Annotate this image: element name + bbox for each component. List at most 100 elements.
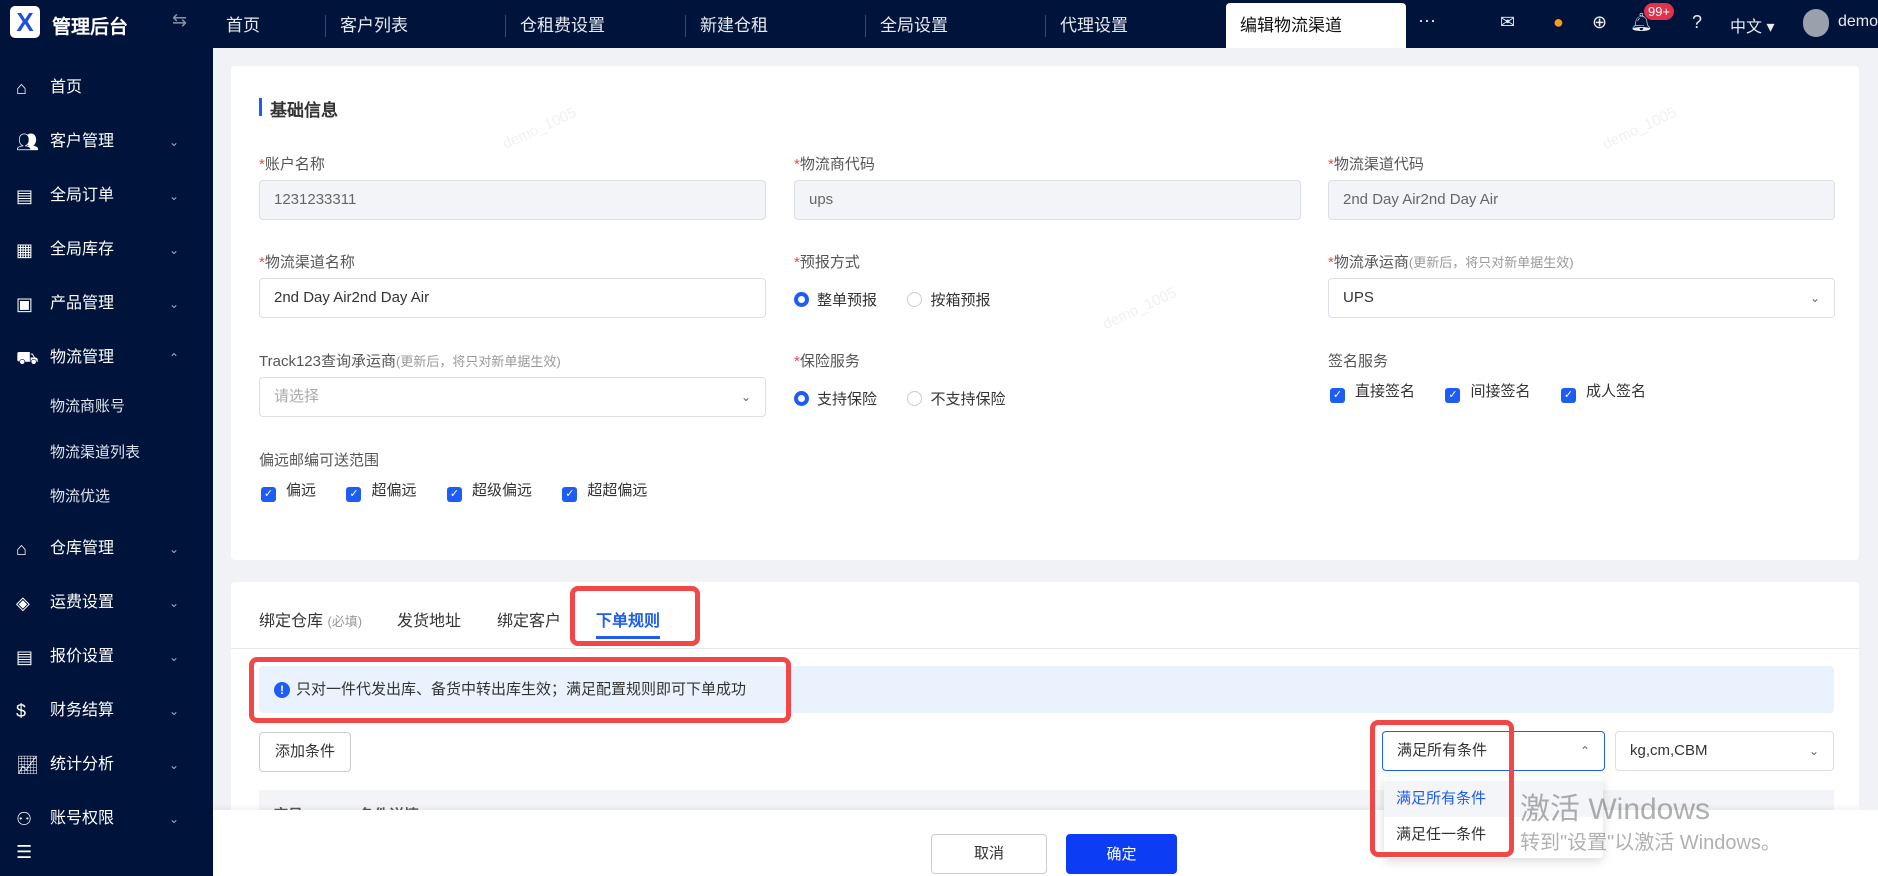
section-marker: [259, 98, 262, 116]
sidebar-item-home[interactable]: ⌂ 首页: [0, 66, 213, 110]
chevron-up-icon: ⌃: [168, 351, 179, 365]
activation-title: 激活 Windows: [1520, 793, 1711, 826]
sidebar-label: 全局订单: [50, 187, 115, 204]
brand-title: 管理后台: [52, 17, 129, 38]
download-icon[interactable]: ⊕: [1592, 12, 1607, 33]
freight-icon: ◈: [16, 593, 30, 613]
sidebar-sub-provider-account[interactable]: 物流商账号: [0, 385, 213, 429]
nav-tab-storage-fee[interactable]: 仓租费设置: [505, 15, 605, 37]
sidebar-label: 客户管理: [50, 133, 115, 150]
collapse-toggle-icon[interactable]: ⇆: [172, 10, 187, 31]
track-select[interactable]: 请选择 ⌄: [259, 377, 766, 417]
sidebar-label: 账号权限: [50, 810, 115, 827]
sidebar-label: 报价设置: [50, 648, 115, 665]
sidebar-item-inventory[interactable]: ▦ 全局库存 ⌄: [0, 228, 213, 272]
sign-checkbox-adult[interactable]: ✓ 成人签名: [1560, 380, 1646, 403]
chevron-down-icon: ⌄: [168, 596, 179, 610]
sidebar-item-orders[interactable]: ▤ 全局订单 ⌄: [0, 174, 213, 218]
sign-checkbox-group: ✓ 直接签名 ✓ 间接签名 ✓ 成人签名: [1330, 380, 1672, 403]
insurance-radio-group: 支持保险 不支持保险: [794, 388, 1031, 409]
sidebar-item-customers[interactable]: 👥︎ 客户管理 ⌄: [0, 120, 213, 164]
add-condition-button[interactable]: 添加条件: [259, 732, 351, 772]
chevron-down-icon: ⌄: [1809, 291, 1820, 305]
sidebar-label: 物流管理: [50, 349, 115, 366]
chevron-down-icon: ⌄: [1808, 744, 1819, 758]
chevron-down-icon: ⌄: [168, 650, 179, 664]
top-bar: X 管理后台 ⇆ 首页 客户列表 仓租费设置 新建仓租 全局设置 代理设置 编辑…: [0, 0, 1878, 48]
nav-tab-global-settings[interactable]: 全局设置: [865, 15, 948, 37]
nav-tab-edit-channel[interactable]: 编辑物流渠道: [1226, 3, 1406, 48]
sidebar: ⌂ 首页 👥︎ 客户管理 ⌄ ▤ 全局订单 ⌄ ▦ 全局库存 ⌄ ▣ 产品管理 ⌄ ⛟ 物流管理 ⌃ …: [0, 48, 213, 876]
language-select[interactable]: 中文 ▾: [1730, 13, 1775, 37]
forecast-label: *预报方式: [794, 254, 860, 271]
provider-code-label: *物流商代码: [794, 156, 875, 173]
sidebar-item-products[interactable]: ▣ 产品管理 ⌄: [0, 282, 213, 326]
users-icon: 👥︎: [16, 132, 39, 152]
robot-icon[interactable]: ●: [1553, 12, 1564, 33]
inbox-icon[interactable]: ✉: [1500, 12, 1515, 33]
product-icon: ▣: [16, 294, 34, 314]
order-icon: ▤: [16, 186, 34, 206]
forecast-radio-order[interactable]: 整单预报: [794, 289, 877, 310]
remote-checkbox-2[interactable]: ✓ 超偏远: [346, 479, 416, 502]
language-label: 中文: [1730, 19, 1763, 36]
inventory-icon: ▦: [16, 240, 34, 260]
sidebar-item-permissions[interactable]: ⚇ 账号权限 ⌄: [0, 797, 213, 841]
channel-name-input[interactable]: 2nd Day Air2nd Day Air: [259, 278, 766, 318]
sign-checkbox-direct[interactable]: ✓ 直接签名: [1330, 380, 1415, 403]
tab-bind-customer[interactable]: 绑定客户: [497, 607, 561, 631]
provider-code-input[interactable]: ups: [794, 180, 1301, 220]
sign-label: 签名服务: [1328, 353, 1389, 370]
account-input[interactable]: 1231233311: [259, 180, 766, 220]
tab-bind-warehouse[interactable]: 绑定仓库 (必填): [259, 607, 362, 631]
remote-checkbox-4[interactable]: ✓ 超超偏远: [562, 479, 647, 502]
finance-icon: $: [16, 701, 27, 721]
activation-subtitle: 转到"设置"以激活 Windows。: [1520, 832, 1781, 854]
confirm-button[interactable]: 确定: [1066, 834, 1177, 874]
account-label: *账户名称: [259, 156, 325, 173]
nav-tab-agent-settings[interactable]: 代理设置: [1045, 15, 1128, 37]
sidebar-item-freight[interactable]: ◈ 运费设置 ⌄: [0, 581, 213, 625]
sidebar-label: 统计分析: [50, 756, 115, 773]
highlight-box: [1370, 720, 1514, 857]
chevron-up-icon: ⌃: [1579, 744, 1590, 758]
carrier-select[interactable]: UPS ⌄: [1328, 278, 1835, 318]
sidebar-item-quote[interactable]: ▤ 报价设置 ⌄: [0, 635, 213, 679]
sidebar-sub-optimize[interactable]: 物流优选: [0, 475, 213, 519]
forecast-radio-box[interactable]: 按箱预报: [907, 289, 990, 310]
unit-select[interactable]: kg,cm,CBM ⌄: [1615, 731, 1834, 771]
user-name[interactable]: demo: [1838, 13, 1878, 31]
remote-checkbox-1[interactable]: ✓ 偏远: [261, 479, 316, 502]
permission-icon: ⚇: [16, 809, 33, 829]
nav-tab-home[interactable]: 首页: [212, 0, 260, 48]
sidebar-item-stats[interactable]: 📈︎ 统计分析 ⌄: [0, 743, 213, 787]
sidebar-item-logistics[interactable]: ⛟ 物流管理 ⌃: [0, 336, 213, 380]
sign-checkbox-indirect[interactable]: ✓ 间接签名: [1445, 380, 1530, 403]
chevron-down-icon: ⌄: [168, 135, 179, 149]
channel-code-input[interactable]: 2nd Day Air2nd Day Air: [1328, 180, 1835, 220]
cancel-button[interactable]: 取消: [931, 834, 1047, 874]
more-tabs-button[interactable]: ···: [1418, 10, 1436, 31]
chevron-down-icon: ⌄: [168, 297, 179, 311]
sidebar-item-finance[interactable]: $ 财务结算 ⌄: [0, 689, 213, 733]
insurance-radio-yes[interactable]: 支持保险: [794, 388, 877, 409]
remote-checkbox-3[interactable]: ✓ 超级偏远: [446, 479, 532, 502]
forecast-radio-group: 整单预报 按箱预报: [794, 289, 1016, 310]
sidebar-item-warehouse[interactable]: ⌂ 仓库管理 ⌄: [0, 527, 213, 571]
insurance-radio-no[interactable]: 不支持保险: [907, 388, 1005, 409]
nav-tab-customers[interactable]: 客户列表: [325, 15, 408, 37]
warehouse-icon: ⌂: [16, 539, 27, 559]
help-icon[interactable]: ?: [1692, 12, 1702, 33]
sidebar-sub-channel-list[interactable]: 物流渠道列表: [0, 431, 213, 475]
chart-icon: 📈︎: [16, 755, 39, 775]
menu-collapse-icon[interactable]: ☰: [16, 842, 32, 863]
sidebar-label: 运费设置: [50, 594, 115, 611]
home-icon: ⌂: [16, 78, 27, 98]
nav-tab-new-storage[interactable]: 新建仓租: [685, 15, 768, 37]
chevron-down-icon: ⌄: [168, 704, 179, 718]
avatar[interactable]: [1803, 9, 1829, 37]
carrier-label: *物流承运商(更新后，将只对新单据生效): [1328, 254, 1574, 271]
scrollbar[interactable]: [1859, 48, 1878, 810]
tab-divider: [231, 648, 1859, 649]
tab-ship-address[interactable]: 发货地址: [397, 607, 461, 631]
